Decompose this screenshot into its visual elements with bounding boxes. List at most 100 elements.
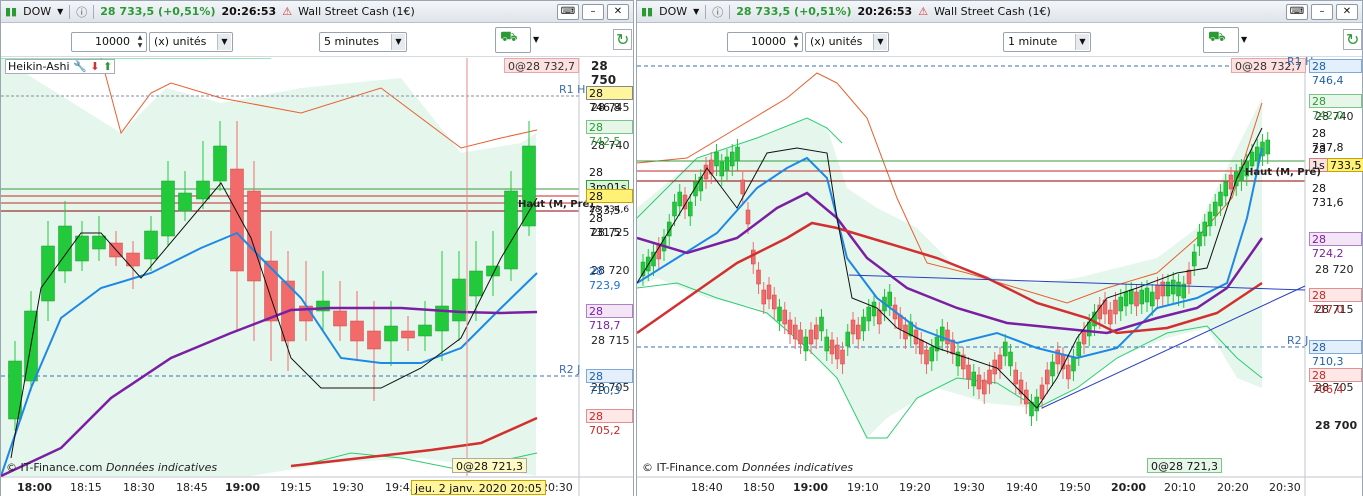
candle-body [787,319,793,335]
order-flag-bottom[interactable]: 0@28 721,3 [452,458,527,473]
unit-select[interactable]: (x) unités ▼ [805,32,889,52]
candle-body [819,316,824,332]
minimize-button[interactable]: – [582,4,604,20]
chevron-down-icon[interactable]: ▼ [391,34,405,50]
period-select[interactable]: 5 minutes ▼ [319,32,407,52]
candle-body [840,349,845,365]
chart-warning-icon: ⚠ [918,5,929,18]
candle-body [1118,296,1123,312]
candle-body [761,289,766,305]
quantity-stepper[interactable]: 10000 ▲ ▼ [727,32,803,52]
candle-body [1123,291,1129,307]
price-tag: 28 735,0 [589,166,621,193]
info-icon[interactable]: ⓘ [76,4,87,20]
candle-body [829,339,835,355]
candle-body [1160,281,1165,297]
chevron-down-icon[interactable]: ▼ [693,7,699,16]
candle-body [1249,151,1255,167]
separator [729,4,731,19]
candle-body [1034,396,1039,412]
minimize-button[interactable]: – [1311,4,1333,20]
refresh-icon[interactable]: ↻ [613,29,633,50]
chart-window-1min[interactable]: ▮▮ DOW ▼ ⓘ 28 733,5 (+0,51%) 20:26:53 ⚠ … [636,0,1363,496]
wrench-icon[interactable]: 🔧 [73,60,87,73]
window-titlebar[interactable]: ▮▮ DOW ▼ ⓘ 28 733,5 (+0,51%) 20:26:53 ⚠ … [637,1,1362,23]
candle-body [196,180,210,200]
chart-window-5min[interactable]: ▮▮ DOW ▼ ⓘ 28 733,5 (+0,51%) 20:26:53 ⚠ … [0,0,634,496]
chevron-down-icon[interactable]: ▼ [57,7,63,16]
candle-body [1228,174,1234,190]
candle-body [1192,251,1197,267]
close-button[interactable]: ✕ [607,4,629,20]
price-chart[interactable] [1,58,633,496]
chart-tools-button[interactable]: ⛟ [1203,27,1239,53]
candle-body [866,306,871,322]
candle-body [945,329,950,345]
candle-body [1039,384,1045,400]
candle-body [714,151,719,167]
x-tick: 18:30 [123,481,155,494]
candle-body [824,336,829,352]
candle-body [1207,211,1213,227]
chevron-down-icon[interactable]: ▼ [217,34,231,50]
chevron-down-icon[interactable]: ▼ [873,34,887,50]
x-tick: 18:45 [176,481,208,494]
x-tick: 20:10 [1164,481,1196,494]
chevron-down-icon[interactable]: ▼ [533,35,539,44]
keyboard-icon[interactable]: ⌨ [557,4,579,20]
haut-label: Haut (M, Pré) [518,199,594,210]
candle-body [672,201,677,217]
x-tick: 19:00 [225,481,261,494]
symbol-dropdown[interactable]: DOW [23,5,51,18]
unit-value: (x) unités [810,35,863,48]
order-flag-bottom[interactable]: 0@28 721,3 [1147,458,1222,473]
arrow-up-icon[interactable]: ⬆ [103,60,112,73]
keyboard-icon[interactable]: ⌨ [1286,4,1308,20]
chart-tools-button[interactable]: ⛟ [495,27,531,53]
last-price: 28 733,5 (+0,51%) [736,5,852,18]
spinner-icon[interactable]: ▲ ▼ [791,34,801,50]
candle-body [745,209,751,225]
close-button[interactable]: ✕ [1336,4,1358,20]
indicator-label[interactable]: Heikin-Ashi 🔧 ⬇ ⬆ [5,59,116,74]
candle-body [808,329,814,345]
last-price-tag: 733,5 [1327,158,1363,172]
candlestick-icon[interactable]: ▮▮ [5,5,17,18]
candle-body [161,180,175,237]
candle-body [1108,309,1113,325]
candle-body [976,374,982,390]
chevron-down-icon[interactable]: ▼ [1075,34,1089,50]
candlestick-icon[interactable]: ▮▮ [641,5,653,18]
info-icon[interactable]: ⓘ [712,4,723,20]
quantity-value: 10000 [751,35,786,48]
candle-body [793,324,798,340]
period-select[interactable]: 1 minute ▼ [1003,32,1091,52]
spinner-icon[interactable]: ▲ ▼ [135,34,145,50]
x-tick: 19:15 [280,481,312,494]
ma-red-tag: 28 705,2 [586,409,633,437]
candle-body [41,245,55,302]
quantity-stepper[interactable]: 10000 ▲ ▼ [71,32,147,52]
candle-body [333,310,347,327]
symbol-dropdown[interactable]: DOW [659,5,687,18]
candle-body [401,330,415,339]
chevron-down-icon[interactable]: ▼ [1241,35,1247,44]
bb-lower-tag: 28 706,4 [1309,368,1362,396]
order-toolbar: 10000 ▲ ▼ (x) unités ▼ 1 minute ▼ ⛟ ▼ ↻ [637,23,1363,57]
candle-body [782,309,787,325]
candle-body [1008,351,1013,367]
arrow-down-icon[interactable]: ⬇ [90,60,99,73]
x-tick: 20:30 [1269,481,1301,494]
unit-select[interactable]: (x) unités ▼ [149,32,233,52]
order-flag[interactable]: 0@28 732,7 [504,58,579,73]
candle-body [688,201,693,217]
window-titlebar[interactable]: ▮▮ DOW ▼ ⓘ 28 733,5 (+0,51%) 20:26:53 ⚠ … [1,1,633,23]
price-chart[interactable] [637,58,1362,496]
candle-body [677,191,682,207]
clock: 20:26:53 [221,5,277,18]
bb-upper-tag: 28 742,5 [586,120,633,148]
candle-body [213,145,227,182]
candle-body [719,161,724,177]
refresh-icon[interactable]: ↻ [1343,29,1363,50]
candle-body [178,192,192,212]
